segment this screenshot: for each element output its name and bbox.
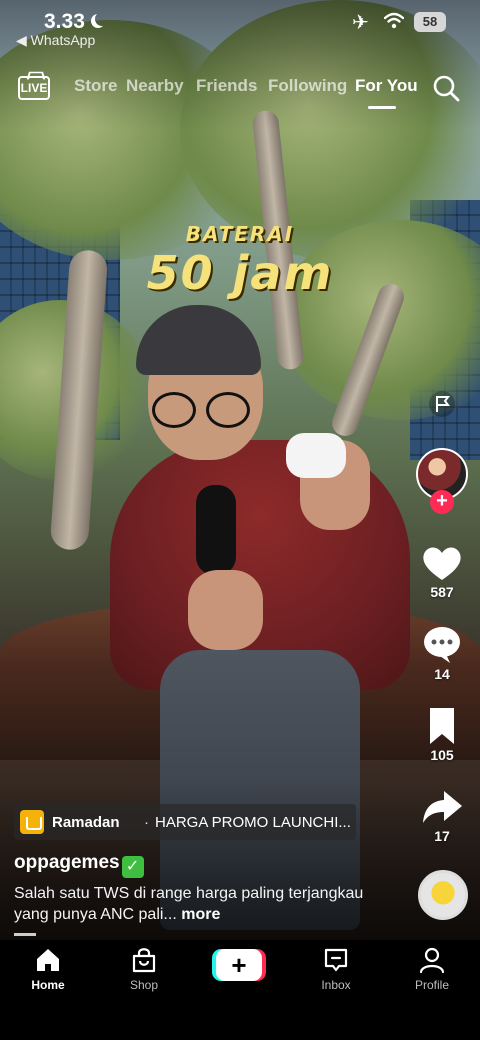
comment-count: 14: [434, 666, 450, 682]
creator-username[interactable]: oppagemes: [14, 852, 120, 873]
shop-bag-icon: [132, 948, 156, 973]
microphone: [196, 485, 236, 575]
nav-shop-label: Shop: [129, 978, 159, 992]
promo-text: HARGA PROMO LAUNCHI...: [155, 814, 351, 831]
tab-nearby[interactable]: Nearby: [126, 76, 184, 96]
report-flag-icon[interactable]: [428, 390, 456, 418]
airplane-icon: ✈: [352, 12, 369, 34]
more-link[interactable]: more: [181, 906, 220, 923]
nav-home-label: Home: [31, 978, 65, 992]
creator-username-row[interactable]: oppagemes ✓: [14, 852, 144, 878]
create-button[interactable]: +: [212, 949, 266, 981]
comment-icon[interactable]: [416, 624, 468, 664]
earbuds-case: [286, 433, 346, 478]
profile-icon: [419, 947, 445, 974]
verified-check-icon: ✓: [121, 856, 144, 878]
glasses: [152, 392, 196, 428]
video-frame[interactable]: BATERAI 50 jam: [0, 0, 480, 940]
clock: 3.33: [44, 10, 85, 33]
battery-indicator: 58: [414, 12, 446, 32]
nav-shop[interactable]: Shop: [96, 940, 192, 1000]
share-count: 17: [434, 828, 450, 844]
feed-tabs: LIVE Store Nearby Friends Following For …: [0, 72, 480, 112]
wifi-icon: [384, 12, 404, 29]
save-count: 105: [430, 747, 454, 763]
video-progress-bar[interactable]: [14, 933, 36, 936]
like-count: 587: [430, 584, 454, 600]
back-to-app-link[interactable]: ◀ WhatsApp: [16, 32, 95, 49]
tab-friends[interactable]: Friends: [196, 76, 257, 96]
moon-icon: [95, 12, 109, 26]
nav-profile[interactable]: Profile: [384, 940, 480, 1000]
shopping-bag-icon: [20, 810, 44, 834]
promo-tag: Ramadan: [52, 814, 120, 831]
sound-disc-icon[interactable]: [418, 870, 468, 920]
promo-banner[interactable]: Ramadan · HARGA PROMO LAUNCHI...: [14, 804, 356, 840]
tab-following[interactable]: Following: [268, 76, 347, 96]
active-tab-indicator: [368, 106, 396, 109]
overlay-text-top: BATERAI: [185, 222, 295, 246]
nav-inbox[interactable]: Inbox: [288, 940, 384, 1000]
nav-inbox-label: Inbox: [321, 978, 351, 992]
video-description[interactable]: Salah satu TWS di range harga paling ter…: [14, 883, 394, 925]
create-plus-icon: +: [216, 949, 262, 981]
bottom-navigation: Home Shop + Inbox Profile: [0, 940, 480, 1040]
overlay-text-main: 50 jam: [146, 246, 334, 300]
bookmark-icon[interactable]: [416, 706, 468, 746]
tab-for-you[interactable]: For You: [355, 76, 418, 96]
like-heart-icon[interactable]: [416, 542, 468, 582]
person-cap: [136, 305, 261, 375]
live-icon[interactable]: LIVE: [18, 76, 50, 100]
follow-button[interactable]: +: [430, 490, 454, 514]
glasses: [206, 392, 250, 428]
search-icon[interactable]: [432, 74, 460, 102]
tab-store[interactable]: Store: [74, 76, 117, 96]
promo-separator: ·: [144, 814, 149, 831]
person-hand: [188, 570, 263, 650]
nav-profile-label: Profile: [414, 978, 449, 992]
inbox-icon: [324, 948, 348, 972]
nav-home[interactable]: Home: [0, 940, 96, 1000]
home-icon: [37, 949, 59, 971]
share-arrow-icon[interactable]: [416, 787, 468, 827]
